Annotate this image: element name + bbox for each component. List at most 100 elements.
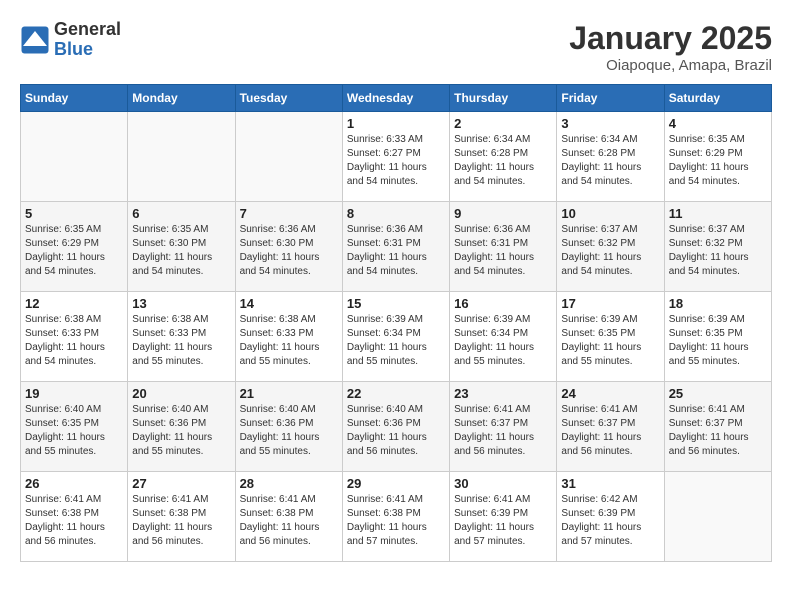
calendar-title: January 2025 xyxy=(569,20,772,57)
day-number: 4 xyxy=(669,116,767,131)
calendar-week-row: 26 Sunrise: 6:41 AM Sunset: 6:38 PM Dayli… xyxy=(21,472,772,562)
day-number: 5 xyxy=(25,206,123,221)
day-number: 17 xyxy=(561,296,659,311)
calendar-cell: 25 Sunrise: 6:41 AM Sunset: 6:37 PM Dayli… xyxy=(664,382,771,472)
calendar-cell: 30 Sunrise: 6:41 AM Sunset: 6:39 PM Dayli… xyxy=(450,472,557,562)
calendar-cell: 26Sunrise: 6:41 AM Sunset: 6:38 PM Dayli… xyxy=(21,472,128,562)
day-info: Sunrise: 6:39 AM Sunset: 6:35 PM Dayligh… xyxy=(561,313,659,369)
logo: General Blue xyxy=(20,20,121,60)
day-info: Sunrise: 6:40 AM Sunset: 6:36 PM Dayligh… xyxy=(347,403,445,459)
day-number: 9 xyxy=(454,206,552,221)
weekday-header: Thursday xyxy=(450,85,557,112)
calendar-cell: 21 Sunrise: 6:40 AM Sunset: 6:36 PM Dayli… xyxy=(235,382,342,472)
day-number: 19 xyxy=(25,386,123,401)
day-info: Sunrise: 6:36 AM Sunset: 6:30 PM Dayligh… xyxy=(240,223,338,279)
day-info: Sunrise: 6:40 AM Sunset: 6:36 PM Dayligh… xyxy=(132,403,230,459)
calendar-week-row: 12Sunrise: 6:38 AM Sunset: 6:33 PM Dayli… xyxy=(21,292,772,382)
logo-general: General xyxy=(54,20,121,40)
day-number: 28 xyxy=(240,476,338,491)
day-number: 7 xyxy=(240,206,338,221)
calendar-week-row: 5 Sunrise: 6:35 AM Sunset: 6:29 PM Daylig… xyxy=(21,202,772,292)
calendar-cell: 29 Sunrise: 6:41 AM Sunset: 6:38 PM Dayli… xyxy=(342,472,449,562)
day-number: 2 xyxy=(454,116,552,131)
calendar-cell: 5 Sunrise: 6:35 AM Sunset: 6:29 PM Daylig… xyxy=(21,202,128,292)
calendar-cell: 4 Sunrise: 6:35 AM Sunset: 6:29 PM Daylig… xyxy=(664,112,771,202)
day-number: 29 xyxy=(347,476,445,491)
day-info: Sunrise: 6:39 AM Sunset: 6:34 PM Dayligh… xyxy=(454,313,552,369)
calendar-cell: 18 Sunrise: 6:39 AM Sunset: 6:35 PM Dayli… xyxy=(664,292,771,382)
day-number: 23 xyxy=(454,386,552,401)
day-info: Sunrise: 6:41 AM Sunset: 6:37 PM Dayligh… xyxy=(669,403,767,459)
day-number: 6 xyxy=(132,206,230,221)
calendar-cell: 6 Sunrise: 6:35 AM Sunset: 6:30 PM Daylig… xyxy=(128,202,235,292)
day-info: Sunrise: 6:36 AM Sunset: 6:31 PM Dayligh… xyxy=(347,223,445,279)
day-info: Sunrise: 6:34 AM Sunset: 6:28 PM Dayligh… xyxy=(454,133,552,189)
weekday-header-row: SundayMondayTuesdayWednesdayThursdayFrid… xyxy=(21,85,772,112)
calendar-cell: 14Sunrise: 6:38 AM Sunset: 6:33 PM Dayli… xyxy=(235,292,342,382)
day-number: 18 xyxy=(669,296,767,311)
day-number: 8 xyxy=(347,206,445,221)
day-info: Sunrise: 6:38 AM Sunset: 6:33 PM Dayligh… xyxy=(25,313,123,369)
day-info: Sunrise: 6:35 AM Sunset: 6:30 PM Dayligh… xyxy=(132,223,230,279)
day-number: 3 xyxy=(561,116,659,131)
calendar-cell: 28 Sunrise: 6:41 AM Sunset: 6:38 PM Dayli… xyxy=(235,472,342,562)
calendar-cell: 12Sunrise: 6:38 AM Sunset: 6:33 PM Dayli… xyxy=(21,292,128,382)
calendar-cell: 16Sunrise: 6:39 AM Sunset: 6:34 PM Dayli… xyxy=(450,292,557,382)
day-info: Sunrise: 6:41 AM Sunset: 6:38 PM Dayligh… xyxy=(347,493,445,549)
day-number: 31 xyxy=(561,476,659,491)
weekday-header: Tuesday xyxy=(235,85,342,112)
day-number: 26 xyxy=(25,476,123,491)
day-info: Sunrise: 6:40 AM Sunset: 6:35 PM Dayligh… xyxy=(25,403,123,459)
day-info: Sunrise: 6:42 AM Sunset: 6:39 PM Dayligh… xyxy=(561,493,659,549)
logo-icon xyxy=(20,25,50,55)
calendar-cell: 20Sunrise: 6:40 AM Sunset: 6:36 PM Dayli… xyxy=(128,382,235,472)
day-info: Sunrise: 6:37 AM Sunset: 6:32 PM Dayligh… xyxy=(669,223,767,279)
day-info: Sunrise: 6:37 AM Sunset: 6:32 PM Dayligh… xyxy=(561,223,659,279)
page-header: General Blue January 2025 Oiapoque, Amap… xyxy=(20,20,772,74)
day-number: 25 xyxy=(669,386,767,401)
day-info: Sunrise: 6:35 AM Sunset: 6:29 PM Dayligh… xyxy=(25,223,123,279)
day-info: Sunrise: 6:38 AM Sunset: 6:33 PM Dayligh… xyxy=(132,313,230,369)
logo-text: General Blue xyxy=(54,20,121,60)
day-info: Sunrise: 6:41 AM Sunset: 6:38 PM Dayligh… xyxy=(240,493,338,549)
day-info: Sunrise: 6:41 AM Sunset: 6:37 PM Dayligh… xyxy=(454,403,552,459)
day-number: 10 xyxy=(561,206,659,221)
day-info: Sunrise: 6:41 AM Sunset: 6:39 PM Dayligh… xyxy=(454,493,552,549)
calendar-cell: 27Sunrise: 6:41 AM Sunset: 6:38 PM Dayli… xyxy=(128,472,235,562)
calendar-subtitle: Oiapoque, Amapa, Brazil xyxy=(569,57,772,74)
calendar-cell: 24Sunrise: 6:41 AM Sunset: 6:37 PM Dayli… xyxy=(557,382,664,472)
day-number: 21 xyxy=(240,386,338,401)
day-info: Sunrise: 6:41 AM Sunset: 6:37 PM Dayligh… xyxy=(561,403,659,459)
day-info: Sunrise: 6:34 AM Sunset: 6:28 PM Dayligh… xyxy=(561,133,659,189)
day-number: 11 xyxy=(669,206,767,221)
weekday-header: Sunday xyxy=(21,85,128,112)
day-number: 30 xyxy=(454,476,552,491)
calendar-table: SundayMondayTuesdayWednesdayThursdayFrid… xyxy=(20,84,772,562)
calendar-cell: 19 Sunrise: 6:40 AM Sunset: 6:35 PM Dayli… xyxy=(21,382,128,472)
calendar-cell: 1 Sunrise: 6:33 AM Sunset: 6:27 PM Daylig… xyxy=(342,112,449,202)
day-info: Sunrise: 6:39 AM Sunset: 6:35 PM Dayligh… xyxy=(669,313,767,369)
calendar-cell xyxy=(128,112,235,202)
day-info: Sunrise: 6:35 AM Sunset: 6:29 PM Dayligh… xyxy=(669,133,767,189)
day-info: Sunrise: 6:40 AM Sunset: 6:36 PM Dayligh… xyxy=(240,403,338,459)
calendar-cell: 7 Sunrise: 6:36 AM Sunset: 6:30 PM Daylig… xyxy=(235,202,342,292)
calendar-week-row: 19 Sunrise: 6:40 AM Sunset: 6:35 PM Dayli… xyxy=(21,382,772,472)
title-block: January 2025 Oiapoque, Amapa, Brazil xyxy=(569,20,772,74)
calendar-cell: 10 Sunrise: 6:37 AM Sunset: 6:32 PM Dayli… xyxy=(557,202,664,292)
calendar-cell xyxy=(235,112,342,202)
weekday-header: Saturday xyxy=(664,85,771,112)
calendar-cell: 3 Sunrise: 6:34 AM Sunset: 6:28 PM Daylig… xyxy=(557,112,664,202)
calendar-cell: 17 Sunrise: 6:39 AM Sunset: 6:35 PM Dayli… xyxy=(557,292,664,382)
calendar-week-row: 1 Sunrise: 6:33 AM Sunset: 6:27 PM Daylig… xyxy=(21,112,772,202)
day-number: 27 xyxy=(132,476,230,491)
day-number: 22 xyxy=(347,386,445,401)
day-number: 13 xyxy=(132,296,230,311)
calendar-cell: 2 Sunrise: 6:34 AM Sunset: 6:28 PM Daylig… xyxy=(450,112,557,202)
calendar-cell: 9Sunrise: 6:36 AM Sunset: 6:31 PM Daylig… xyxy=(450,202,557,292)
calendar-cell: 31 Sunrise: 6:42 AM Sunset: 6:39 PM Dayli… xyxy=(557,472,664,562)
day-info: Sunrise: 6:33 AM Sunset: 6:27 PM Dayligh… xyxy=(347,133,445,189)
logo-blue: Blue xyxy=(54,40,121,60)
day-number: 1 xyxy=(347,116,445,131)
calendar-cell: 13 Sunrise: 6:38 AM Sunset: 6:33 PM Dayli… xyxy=(128,292,235,382)
weekday-header: Wednesday xyxy=(342,85,449,112)
